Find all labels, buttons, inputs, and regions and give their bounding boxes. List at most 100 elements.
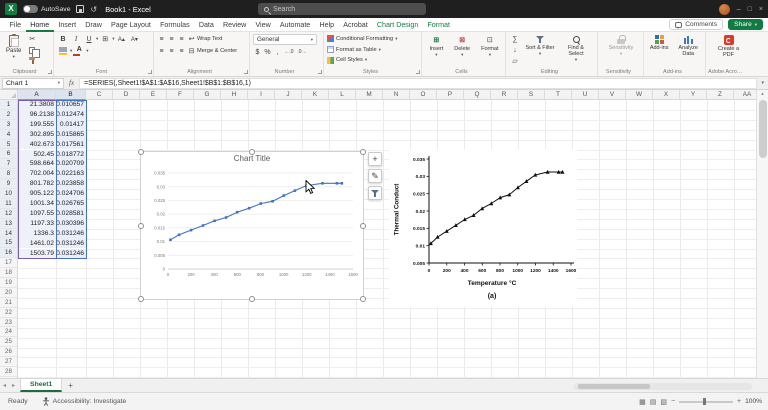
column-header-F[interactable]: F [167, 90, 194, 100]
cell-A13[interactable]: 1197.33 [18, 219, 56, 229]
excel-logo-icon[interactable] [5, 3, 17, 15]
column-header-T[interactable]: T [545, 90, 572, 100]
fill-color-button[interactable] [57, 46, 69, 56]
row-header-12[interactable]: 12 [0, 209, 17, 219]
cell-B3[interactable]: 0.01417 [56, 120, 86, 130]
page-layout-view-icon[interactable]: ▤ [650, 398, 657, 406]
formula-bar-expand-icon[interactable]: ▾ [757, 80, 768, 86]
cell-B11[interactable]: 0.026765 [56, 199, 86, 209]
row-header-27[interactable]: 27 [0, 357, 17, 367]
column-header-O[interactable]: O [410, 90, 437, 100]
chart-resize-handle[interactable] [138, 223, 144, 229]
increase-decimal-button[interactable]: ←.0 [283, 47, 295, 57]
column-header-D[interactable]: D [113, 90, 140, 100]
column-header-S[interactable]: S [518, 90, 545, 100]
row-header-2[interactable]: 2 [0, 110, 17, 120]
align-middle-button[interactable]: ≡ [167, 34, 176, 44]
row-header-10[interactable]: 10 [0, 189, 17, 199]
column-header-A[interactable]: A [18, 90, 56, 100]
tab-formulas[interactable]: Formulas [155, 18, 194, 32]
column-header-V[interactable]: V [599, 90, 626, 100]
chart-resize-handle[interactable] [360, 149, 366, 155]
cell-B10[interactable]: 0.024706 [56, 189, 86, 199]
row-header-21[interactable]: 21 [0, 298, 17, 308]
zoom-in-button[interactable]: + [737, 398, 741, 405]
row-header-1[interactable]: 1 [0, 100, 17, 110]
column-header-P[interactable]: P [437, 90, 464, 100]
column-header-N[interactable]: N [383, 90, 410, 100]
close-icon[interactable]: × [759, 6, 763, 13]
dialog-launcher-icon[interactable] [148, 70, 152, 74]
tab-review[interactable]: Review [218, 18, 250, 32]
row-header-11[interactable]: 11 [0, 199, 17, 209]
sort-filter-button[interactable]: Sort & Filter ▾ [523, 34, 557, 65]
zoom-percentage[interactable]: 100% [745, 398, 762, 405]
cell-A7[interactable]: 598.664 [18, 159, 56, 169]
fill-icon[interactable]: ↓ [509, 45, 521, 55]
column-header-X[interactable]: X [653, 90, 680, 100]
cell-A5[interactable]: 402.673 [18, 140, 56, 150]
wrap-text-icon[interactable]: ↩ [187, 34, 196, 44]
percent-style-button[interactable]: % [263, 47, 272, 57]
cell-B1[interactable]: 0.010657 [56, 100, 86, 110]
font-color-button[interactable]: A [73, 46, 85, 56]
sensitivity-button[interactable]: Sensitivity ▾ [607, 34, 636, 65]
tab-acrobat[interactable]: Acrobat [339, 18, 373, 32]
save-icon[interactable] [76, 5, 84, 13]
delete-cells-button[interactable]: ⊠ Delete ▾ [452, 34, 472, 65]
row-header-4[interactable]: 4 [0, 130, 17, 140]
borders-button[interactable]: ⊞ [99, 34, 111, 44]
tab-data[interactable]: Data [194, 18, 218, 32]
row-header-13[interactable]: 13 [0, 219, 17, 229]
merge-center-label[interactable]: Merge & Center [197, 48, 237, 54]
undo-icon[interactable]: ↺ [90, 5, 97, 14]
horizontal-scrollbar[interactable] [574, 383, 752, 390]
zoom-slider[interactable] [679, 401, 733, 403]
row-header-24[interactable]: 24 [0, 327, 17, 337]
cell-A8[interactable]: 702.004 [18, 169, 56, 179]
autosum-icon[interactable]: ∑ [509, 34, 521, 44]
row-header-25[interactable]: 25 [0, 337, 17, 347]
chevron-down-icon[interactable]: ▾ [112, 37, 114, 41]
tab-file[interactable]: File [5, 18, 26, 32]
cell-A12[interactable]: 1097.55 [18, 209, 56, 219]
cell-B7[interactable]: 0.020709 [56, 159, 86, 169]
create-pdf-button[interactable]: Create a PDF [714, 34, 744, 65]
cell-B16[interactable]: 0.031246 [56, 249, 86, 259]
chevron-down-icon[interactable]: ▾ [58, 80, 60, 86]
column-header-B[interactable]: B [56, 90, 86, 100]
normal-view-icon[interactable]: ▦ [639, 398, 646, 406]
cell-A9[interactable]: 801.782 [18, 179, 56, 189]
merge-center-icon[interactable]: ⊟ [187, 46, 196, 56]
align-top-button[interactable]: ≡ [157, 34, 166, 44]
user-avatar[interactable] [719, 4, 730, 15]
row-header-19[interactable]: 19 [0, 278, 17, 288]
row-header-22[interactable]: 22 [0, 308, 17, 318]
row-header-26[interactable]: 26 [0, 347, 17, 357]
chart-resize-handle[interactable] [138, 296, 144, 302]
insert-cells-button[interactable]: ⊞ Insert ▾ [427, 34, 445, 65]
row-header-7[interactable]: 7 [0, 159, 17, 169]
row-header-28[interactable]: 28 [0, 367, 17, 377]
sheet-nav-left-icon[interactable]: ◂ [0, 382, 9, 389]
align-center-button[interactable]: ≡ [167, 46, 176, 56]
dialog-launcher-icon[interactable] [244, 70, 248, 74]
align-bottom-button[interactable]: ≡ [177, 34, 186, 44]
copy-button[interactable] [26, 45, 38, 55]
autosave-toggle[interactable] [23, 5, 38, 13]
row-header-14[interactable]: 14 [0, 229, 17, 239]
cell-A1[interactable]: 21.3808 [18, 100, 56, 110]
row-header-3[interactable]: 3 [0, 120, 17, 130]
chevron-down-icon[interactable]: ▾ [86, 49, 88, 53]
sheet-nav-right-icon[interactable]: ▸ [9, 382, 18, 389]
row-header-8[interactable]: 8 [0, 169, 17, 179]
search-box[interactable]: Search [258, 3, 426, 15]
cell-A4[interactable]: 302.895 [18, 130, 56, 140]
wrap-text-label[interactable]: Wrap Text [197, 36, 222, 42]
cell-styles-button[interactable]: Cell Styles ▾ [327, 55, 419, 65]
tab-view[interactable]: View [251, 18, 275, 32]
cell-A16[interactable]: 1503.79 [18, 249, 56, 259]
cell-B12[interactable]: 0.028581 [56, 209, 86, 219]
decrease-font-button[interactable]: A▾ [128, 34, 140, 44]
paste-button[interactable]: Paste ▾ [3, 34, 24, 65]
